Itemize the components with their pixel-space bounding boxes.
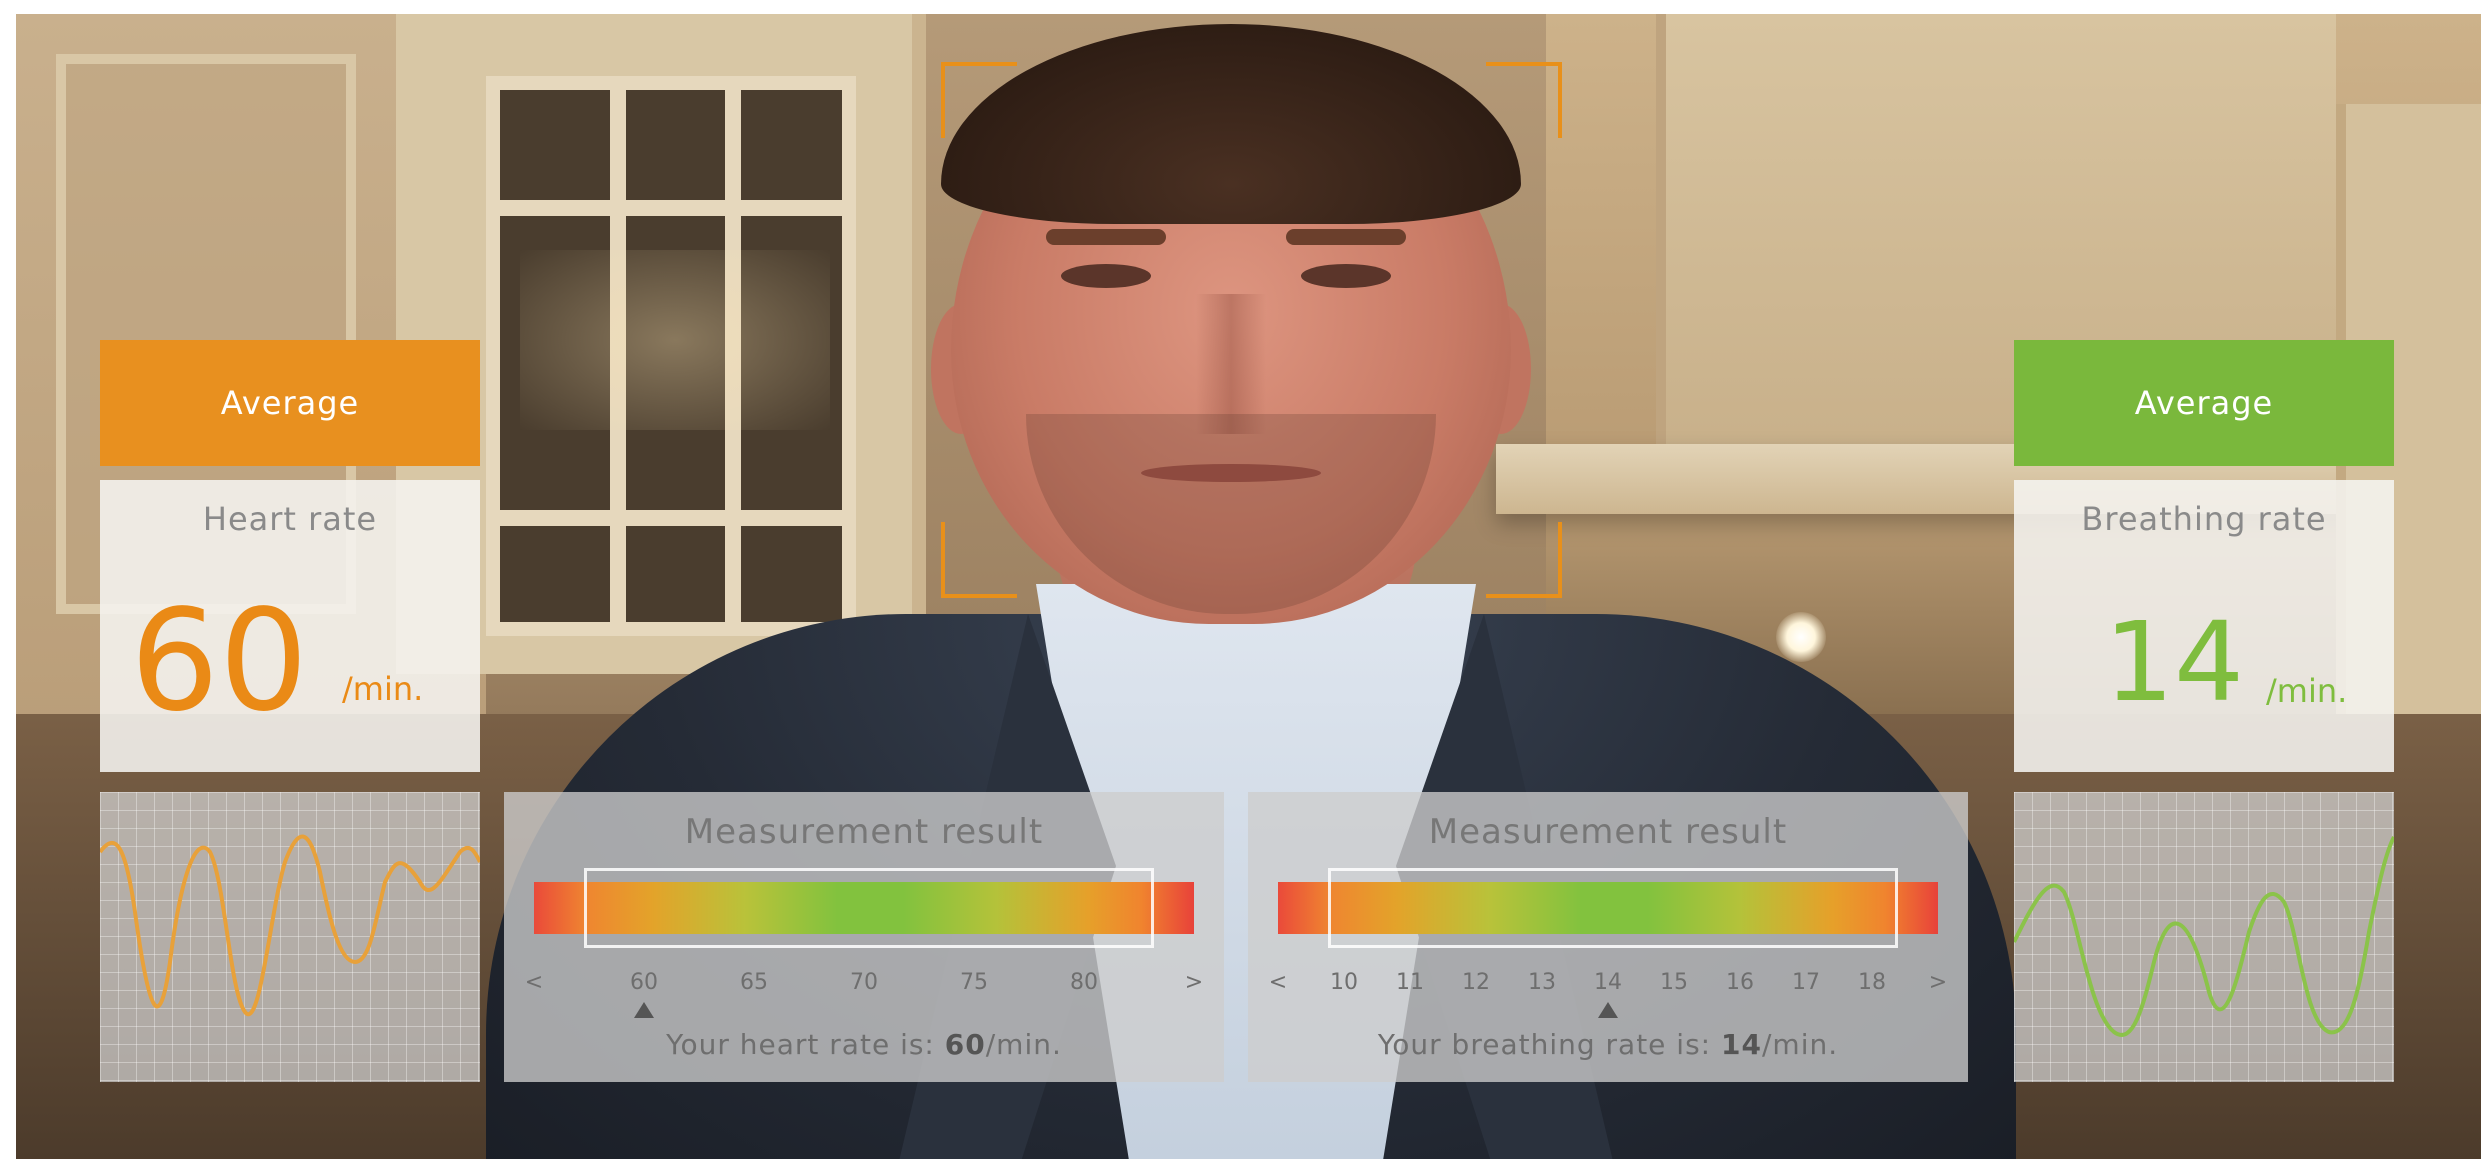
breathing-tick-label: 11 xyxy=(1396,970,1424,995)
cabinet-glow xyxy=(520,250,830,430)
breathing-tick-label: 16 xyxy=(1726,970,1754,995)
breathing-rate-wave-line xyxy=(2014,836,2394,1037)
heart-tick-label: < xyxy=(524,970,544,995)
window-mullion xyxy=(500,510,842,526)
heart-tick-label: 80 xyxy=(1070,970,1098,995)
heart-rate-title: Heart rate xyxy=(202,500,378,538)
breathing-rate-value: 14 xyxy=(2104,598,2244,726)
person-nose xyxy=(1196,294,1266,434)
breathing-rate-wave-graph xyxy=(2014,836,2394,1037)
breathing-tick-label: 13 xyxy=(1528,970,1556,995)
face-frame-corner-top-right xyxy=(1486,62,1562,138)
heart-tick-label: 70 xyxy=(850,970,878,995)
heart-rate-unit: /min. xyxy=(342,670,424,708)
heart-measurement-title: Measurement result xyxy=(684,812,1044,852)
heart-result-value: 60 xyxy=(944,1028,986,1061)
breathing-rate-title: Breathing rate xyxy=(2081,500,2327,538)
breathing-rate-waveform xyxy=(2014,792,2394,1082)
person-brow xyxy=(1286,229,1406,245)
breathing-tick-label: 14 xyxy=(1594,970,1622,995)
breathing-range-frame xyxy=(1328,868,1898,948)
heart-rate-waveform xyxy=(100,792,480,1082)
breathing-tick-label: > xyxy=(1928,970,1948,995)
face-frame-corner-top-left xyxy=(941,62,1017,138)
window-mullion xyxy=(500,200,842,216)
heart-result-text: Your heart rate is: 60/min. xyxy=(504,1028,1224,1061)
person-hair xyxy=(941,24,1521,224)
heart-range-frame xyxy=(584,868,1154,948)
heart-rate-wave-line xyxy=(100,834,480,1017)
heart-result-unit: /min. xyxy=(985,1028,1062,1061)
heart-tick-label: 75 xyxy=(960,970,988,995)
heart-tick-label: 60 xyxy=(630,970,658,995)
face-frame-corner-bottom-right xyxy=(1486,522,1562,598)
heart-rate-badge: Average xyxy=(100,340,480,466)
breathing-result-value: 14 xyxy=(1721,1028,1762,1061)
breathing-rate-unit: /min. xyxy=(2266,672,2348,710)
heart-rate-value: 60 xyxy=(130,580,309,743)
breathing-measurement-panel: Measurement result <10 11 12 13 14 15 16 17 18 > … xyxy=(1248,792,1968,1082)
heart-measurement-panel: Measurement result <60 65 70 75 80 > Your hea… xyxy=(504,792,1224,1082)
heart-rate-wave-graph xyxy=(100,834,480,1017)
breathing-rate-panel: Breathing rate 14 /min. xyxy=(2014,480,2394,772)
breathing-tick-label: 10 xyxy=(1330,970,1358,995)
person-mouth xyxy=(1141,464,1321,482)
heart-scale: <60 65 70 75 80 > xyxy=(525,970,1203,1010)
heart-result-prefix: Your heart rate is: xyxy=(666,1028,935,1061)
person-eye xyxy=(1061,264,1151,288)
hood-light xyxy=(1776,612,1826,662)
heart-rate-panel: Heart rate 60 /min. xyxy=(100,480,480,772)
breathing-tick-label: 15 xyxy=(1660,970,1688,995)
breathing-tick-label: 18 xyxy=(1858,970,1886,995)
breathing-marker-icon xyxy=(1598,1002,1618,1018)
face-frame-corner-bottom-left xyxy=(941,522,1017,598)
person-brow xyxy=(1046,229,1166,245)
breathing-result-prefix: Your breathing rate is: xyxy=(1377,1028,1712,1061)
breathing-tick-label: < xyxy=(1268,970,1288,995)
breathing-result-unit: /min. xyxy=(1761,1028,1839,1061)
cabinet-window xyxy=(486,76,856,636)
heart-tick-label: 65 xyxy=(740,970,768,995)
heart-marker-icon xyxy=(634,1002,654,1018)
heart-tick-label: > xyxy=(1184,970,1204,995)
breathing-rate-badge: Average xyxy=(2014,340,2394,466)
breathing-measurement-title: Measurement result xyxy=(1428,812,1788,852)
breathing-result-text: Your breathing rate is: 14/min. xyxy=(1248,1028,1968,1061)
breathing-tick-label: 12 xyxy=(1462,970,1490,995)
breathing-tick-label: 17 xyxy=(1792,970,1820,995)
person-eye xyxy=(1301,264,1391,288)
